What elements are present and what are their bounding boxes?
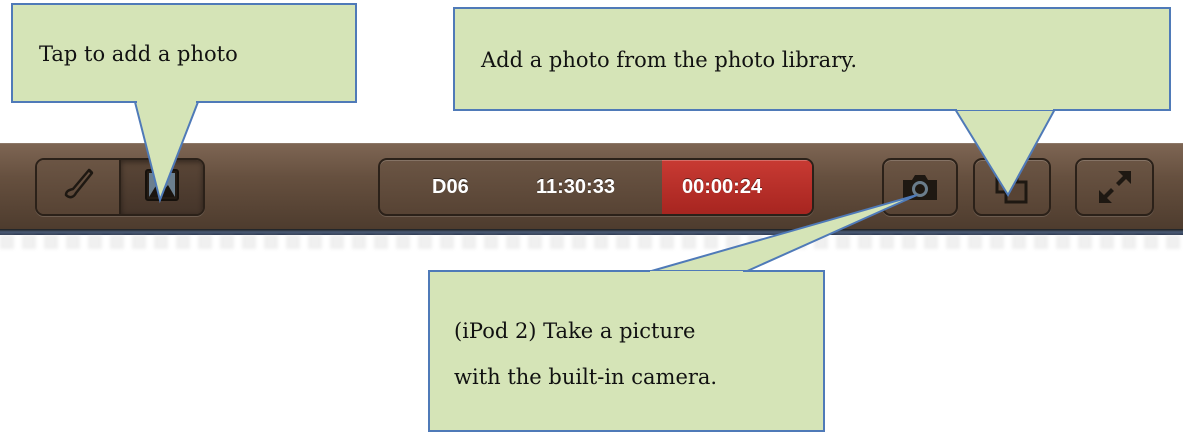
callout-camera-text-line2: with the built-in camera. bbox=[454, 365, 718, 389]
callout-camera-text-line1: (iPod 2) Take a picture bbox=[454, 319, 696, 343]
tool-segmented-control bbox=[35, 158, 205, 216]
callout-camera: (iPod 2) Take a picture with the built-i… bbox=[428, 270, 825, 432]
camera-icon bbox=[900, 171, 940, 203]
blurred-background-text bbox=[0, 235, 1183, 249]
callout-add-photo: Tap to add a photo bbox=[11, 3, 357, 103]
callout-photo-library-text: Add a photo from the photo library. bbox=[481, 48, 857, 72]
callout-add-photo-text: Tap to add a photo bbox=[39, 42, 238, 66]
elapsed-timer-badge: 00:00:24 bbox=[662, 160, 812, 214]
callout-photo-library: Add a photo from the photo library. bbox=[453, 7, 1171, 111]
callout-seam bbox=[957, 106, 1053, 110]
camera-button[interactable] bbox=[882, 158, 958, 216]
callout-seam bbox=[137, 99, 196, 103]
callout-seam bbox=[650, 271, 743, 275]
image-icon bbox=[144, 168, 180, 207]
expand-icon bbox=[1096, 168, 1134, 206]
pen-icon bbox=[58, 165, 98, 210]
status-panel: D06 11:30:33 00:00:24 bbox=[378, 158, 814, 216]
expand-button[interactable] bbox=[1075, 158, 1154, 216]
pen-tool-button[interactable] bbox=[37, 160, 121, 214]
add-photo-button[interactable] bbox=[121, 160, 203, 214]
recording-code: D06 bbox=[432, 176, 469, 198]
elapsed-timer: 00:00:24 bbox=[682, 176, 763, 198]
photo-library-icon bbox=[994, 169, 1030, 205]
photo-library-button[interactable] bbox=[973, 158, 1051, 216]
clock-time: 11:30:33 bbox=[536, 176, 615, 198]
